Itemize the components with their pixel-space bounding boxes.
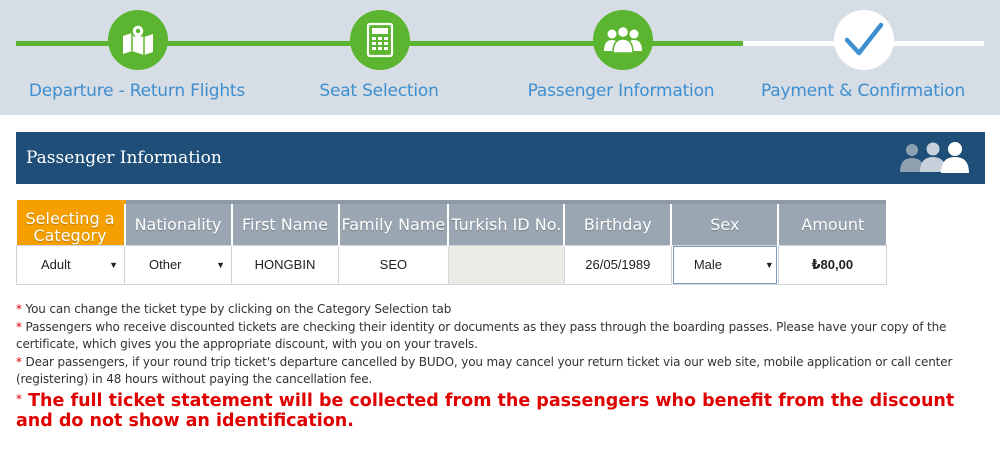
turkish-id-field [447,244,565,285]
column-header-birthday: Birthday [563,200,672,245]
passengers-icon [900,142,969,173]
note-text: Passengers who receive discounted ticket… [16,319,947,352]
family-name-field[interactable]: SEO [338,244,449,285]
passengers-icon [604,25,642,54]
note-item: * Dear passengers, if your round trip ti… [16,354,953,387]
birthday-field[interactable]: 26/05/1989 [563,244,672,285]
table-header-row: Selecting a Category Nationality First N… [16,200,887,245]
nationality-cell: Other ▼ [124,244,232,285]
notes-section: * You can change the ticket type by clic… [16,301,991,431]
map-pin-icon [123,24,153,55]
nationality-select[interactable]: Other ▼ [129,247,227,283]
first-name-field[interactable]: HONGBIN [231,244,339,285]
chevron-down-icon: ▼ [764,259,774,270]
progress-stepper: Departure - Return Flights Seat Selectio… [0,0,1000,115]
sex-cell: Male ▼ [670,244,779,285]
checkmark-icon [844,22,884,56]
warning-text: The full ticket statement will be collec… [16,390,955,431]
note-text: Dear passengers, if your round trip tick… [16,354,953,387]
column-header-category[interactable]: Selecting a Category [16,200,125,245]
note-item: * You can change the ticket type by clic… [16,302,452,316]
seat-grid-icon [366,22,394,58]
amount-value: ₺80,00 [777,244,887,285]
note-item: * Passengers who receive discounted tick… [16,319,947,352]
column-header-turkish-id: Turkish ID No. [447,200,565,245]
step-1-circle[interactable] [108,10,168,70]
nationality-value: Other [149,257,182,272]
passenger-table: Selecting a Category Nationality First N… [16,200,887,285]
column-header-sex: Sex [670,200,779,245]
sex-select[interactable]: Male ▼ [672,245,777,284]
step-3-circle[interactable] [593,10,653,70]
step-2-label[interactable]: Seat Selection [259,81,499,101]
chevron-down-icon: ▼ [109,259,118,270]
step-3-label[interactable]: Passenger Information [501,81,741,101]
column-header-amount: Amount [777,200,887,245]
step-1-label[interactable]: Departure - Return Flights [17,81,257,101]
column-header-family-name: Family Name [337,200,449,245]
step-2-circle[interactable] [350,10,410,70]
column-header-first-name: First Name [230,200,339,245]
step-4-circle [834,10,894,70]
category-select[interactable]: Adult ▼ [21,247,120,283]
sex-value: Male [693,257,722,272]
note-text: You can change the ticket type by clicki… [25,302,452,316]
category-value: Adult [41,257,71,272]
panel-header: Passenger Information [16,132,985,184]
warning-note: * The full ticket statement will be coll… [16,390,955,431]
category-cell: Adult ▼ [16,244,125,285]
step-4-label: Payment & Confirmation [760,81,966,101]
chevron-down-icon: ▼ [216,259,225,270]
column-header-nationality: Nationality [123,200,232,245]
panel-title: Passenger Information [26,148,222,168]
table-row: Adult ▼ Other ▼ HONGBIN SEO 26/05/1989 M… [16,244,887,285]
